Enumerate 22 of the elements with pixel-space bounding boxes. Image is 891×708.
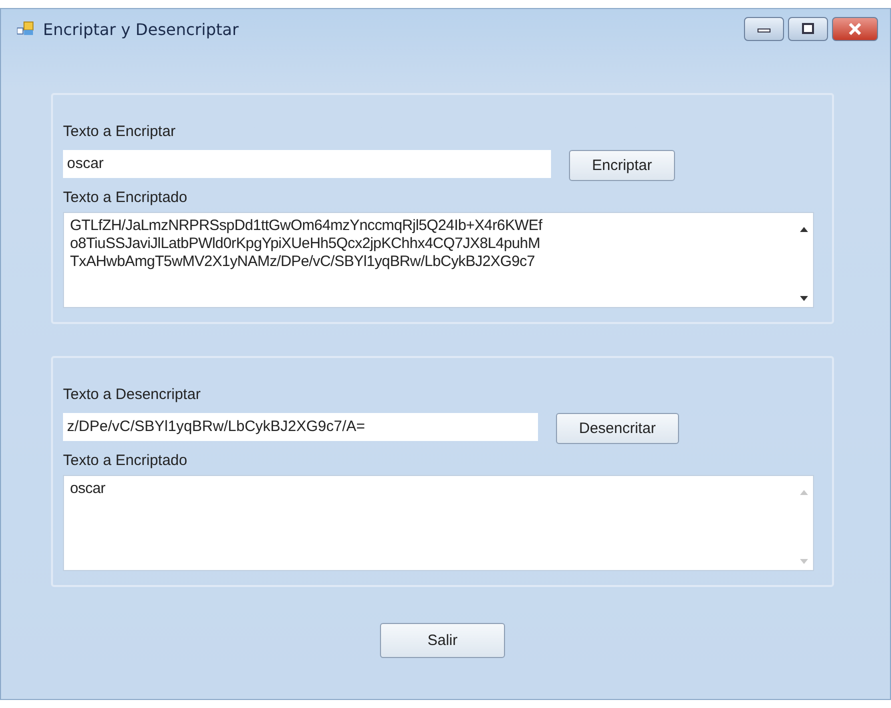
minimize-button[interactable] — [744, 17, 784, 41]
field-label: Texto a Desencriptar — [63, 386, 202, 403]
text-field[interactable]: z/DPe/vC/SBYl1yqBRw/LbCykBJ2XG9c7/A= — [63, 412, 538, 440]
text-area[interactable]: GTLfZH/JaLmzNRPRSspDd1ttGwOm64mzYnccmqRjl5Q24Ib+X4r6KWEf o8TiuSSJaviJlLatbPWld0rKpgYpiXUeHh5Qcx2jpKChhx4CQ7JX8L4puhM TxAHwbAmgT5wMV2X1yNAMz/DPe/vC/SBYl1yqBRw/LbCykBJ2XG9c7 — [63, 212, 814, 308]
text-area[interactable]: oscar — [63, 475, 814, 571]
close-icon — [847, 23, 863, 35]
action-button[interactable]: Desencritar — [556, 413, 679, 444]
window-title: Encriptar y Desencriptar — [43, 20, 240, 38]
close-button[interactable] — [832, 17, 878, 41]
exit-button[interactable]: Salir — [380, 623, 504, 658]
maximize-button[interactable] — [788, 17, 828, 41]
scroll-up-icon[interactable] — [800, 227, 808, 232]
action-button[interactable]: Encriptar — [569, 150, 676, 181]
text-field[interactable]: oscar — [63, 150, 551, 178]
field-label: Texto a Encriptado — [63, 189, 188, 206]
field-label: Texto a Encriptado — [63, 452, 188, 469]
maximize-icon — [801, 23, 815, 35]
scroll-down-icon[interactable] — [800, 296, 808, 301]
text-area-content: GTLfZH/JaLmzNRPRSspDd1ttGwOm64mzYnccmqRjl5Q24Ib+X4r6KWEf o8TiuSSJaviJlLatbPWld0rKpgYpiXUeHh5Qcx2jpKChhx4CQ7JX8L4puhM TxAHwbAmgT5wMV2X1yNAMz/DPe/vC/SBYl1yqBRw/LbCykBJ2XG9c7 — [69, 216, 544, 272]
window-icon — [17, 21, 35, 37]
field-label: Texto a Encriptar — [63, 123, 177, 140]
text-area-content: oscar — [69, 479, 106, 499]
